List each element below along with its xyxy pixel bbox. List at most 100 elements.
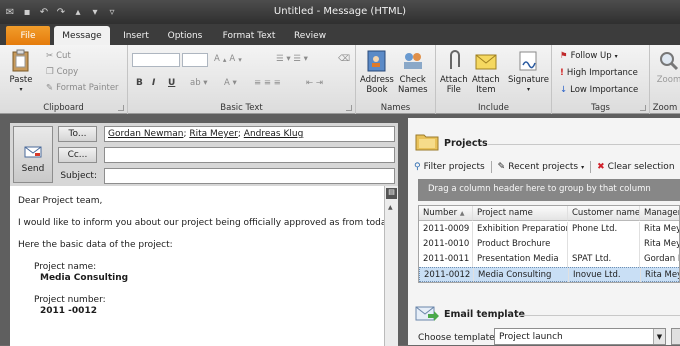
format-painter-button[interactable]: ✎ Format Painter [46, 83, 119, 93]
envelope-icon [475, 54, 497, 70]
subject-field[interactable] [104, 168, 395, 184]
zoom-button[interactable]: Zoom [656, 49, 680, 85]
filter-projects-button[interactable]: ⚲ Filter projects [414, 162, 485, 172]
template-select-value: Project launch [499, 332, 563, 342]
ruler-toggle-icon[interactable]: ▤ [386, 188, 397, 199]
paste-button[interactable]: Paste ▾ [8, 49, 34, 95]
tags-group-label: Tags [591, 103, 610, 113]
cell-project-name: Exhibition Preparation [473, 222, 568, 237]
tab-options[interactable]: Options [162, 26, 208, 45]
apply-template-button[interactable] [671, 328, 680, 345]
flag-icon: ⚑ [560, 51, 568, 61]
italic-button[interactable]: I [152, 78, 155, 88]
magnifier-icon [660, 52, 679, 71]
follow-up-label: Follow Up [570, 51, 612, 61]
tab-review[interactable]: Review [288, 26, 332, 45]
font-family-select[interactable] [132, 53, 180, 67]
sort-ascending-icon: ▲ [459, 210, 465, 217]
follow-up-button[interactable]: ⚑ Follow Up ▾ [560, 51, 618, 61]
address-book-button[interactable]: Address Book [360, 49, 394, 95]
column-header-number[interactable]: Number ▲ [419, 206, 473, 221]
projects-divider [488, 144, 680, 145]
address-book-label-2: Book [366, 85, 388, 95]
clear-selection-label: Clear selection [607, 162, 675, 172]
chevron-down-icon[interactable]: ▼ [653, 329, 665, 344]
tags-launcher-icon[interactable] [640, 105, 646, 111]
message-header: Send To... Cc... Subject: Gordan Newman;… [10, 123, 398, 187]
align-buttons[interactable]: ≡ ≡ ≡ [254, 78, 281, 88]
to-button[interactable]: To... [58, 126, 97, 142]
underline-button[interactable]: U [168, 78, 175, 88]
signature-button[interactable]: Signature ▾ [508, 49, 549, 95]
low-importance-button[interactable]: ↓ Low Importance [560, 85, 638, 95]
copy-button[interactable]: ❐ Copy [46, 67, 78, 77]
folder-icon [415, 134, 439, 151]
bold-button[interactable]: B [136, 78, 143, 88]
table-row[interactable]: 2011-0009 Exhibition Preparation Phone L… [419, 222, 679, 237]
list-buttons[interactable]: ☰ ▾ ☰ ▾ [276, 54, 308, 64]
recent-projects-button[interactable]: ✎ Recent projects ▾ [498, 162, 584, 172]
attach-file-button[interactable]: Attach File [440, 49, 468, 95]
send-button[interactable]: Send [13, 126, 53, 183]
cell-number: 2011-0009 [419, 222, 473, 237]
column-header-customer-name[interactable]: Customer name [568, 206, 640, 221]
grid-header-row: Number ▲ Project name Customer name Mana… [419, 206, 679, 221]
attach-item-label-2: Item [476, 85, 496, 95]
basic-text-group-label: Basic Text [220, 103, 263, 113]
table-row-selected[interactable]: 2011-0012 Media Consulting Inovue Ltd. R… [419, 267, 680, 282]
address-book-label-1: Address [360, 75, 394, 85]
email-template-icon [415, 306, 439, 321]
attach-item-label-1: Attach [472, 75, 500, 85]
tab-file[interactable]: File [6, 26, 50, 45]
indent-buttons[interactable]: ⇤ ⇥ [306, 78, 323, 88]
toolbar-separator [590, 161, 592, 173]
message-body[interactable]: Dear Project team, I would like to infor… [10, 186, 393, 346]
paste-label: Paste [9, 75, 33, 85]
tab-format-text[interactable]: Format Text [216, 26, 282, 45]
scroll-up-icon[interactable]: ▲ [388, 204, 393, 211]
cell-manager: Rita Mey [645, 270, 680, 280]
clear-formatting-icon[interactable]: ⌫ [338, 54, 350, 64]
tab-insert[interactable]: Insert [116, 26, 156, 45]
check-names-button[interactable]: Check Names [398, 49, 428, 95]
cell-manager: Rita Mey [644, 239, 680, 249]
compose-area: Send To... Cc... Subject: Gordan Newman;… [0, 114, 404, 346]
table-row[interactable]: 2011-0010 Product Brochure Rita Mey [419, 237, 680, 252]
toolbar-separator [490, 161, 492, 173]
cell-project-name: Media Consulting [474, 268, 569, 282]
template-select[interactable]: Project launch ▼ [494, 328, 666, 345]
copy-label: Copy [56, 67, 79, 77]
cc-button[interactable]: Cc... [58, 147, 97, 163]
to-field[interactable]: Gordan Newman; Rita Meyer; Andreas Klug [104, 126, 395, 142]
column-header-project-name[interactable]: Project name [473, 206, 568, 221]
low-importance-label: Low Importance [570, 85, 639, 95]
attach-item-button[interactable]: Attach Item [472, 49, 500, 95]
basic-text-launcher-icon[interactable] [346, 105, 352, 111]
high-importance-button[interactable]: ! High Importance [560, 68, 638, 78]
cell-manager: Gordan N [644, 254, 679, 264]
font-size-select[interactable] [182, 53, 208, 67]
clipboard-launcher-icon[interactable] [118, 105, 124, 111]
filter-projects-label: Filter projects [423, 162, 485, 172]
check-names-label-1: Check [399, 75, 426, 85]
recipient-name[interactable]: Rita Meyer [189, 129, 238, 139]
cc-field[interactable] [104, 147, 395, 163]
recipient-name[interactable]: Gordan Newman [108, 129, 183, 139]
paperclip-icon [449, 50, 460, 69]
choose-template-label: Choose template [418, 333, 495, 343]
cell-project-name: Presentation Media [473, 252, 568, 267]
font-color-button[interactable]: A ▾ [224, 78, 237, 88]
check-names-label-2: Names [398, 85, 428, 95]
cut-button[interactable]: ✂ Cut [46, 51, 71, 61]
body-scrollbar[interactable]: ▤ ▲ [384, 186, 398, 346]
group-by-area[interactable]: Drag a column header here to group by th… [418, 179, 680, 201]
body-greeting: Dear Project team, [18, 196, 103, 206]
cell-number: 2011-0011 [419, 252, 473, 267]
recipient-name[interactable]: Andreas Klug [244, 129, 304, 139]
table-row[interactable]: 2011-0011 Presentation Media SPAT Ltd. G… [419, 252, 679, 267]
highlight-color-button[interactable]: ab ▾ [190, 78, 208, 88]
column-header-manager[interactable]: Manager [640, 206, 679, 221]
clear-selection-button[interactable]: ✖ Clear selection [597, 162, 674, 172]
tab-message[interactable]: Message [54, 26, 110, 45]
grow-shrink-font-buttons[interactable]: A ▴ A ▾ [214, 54, 242, 64]
